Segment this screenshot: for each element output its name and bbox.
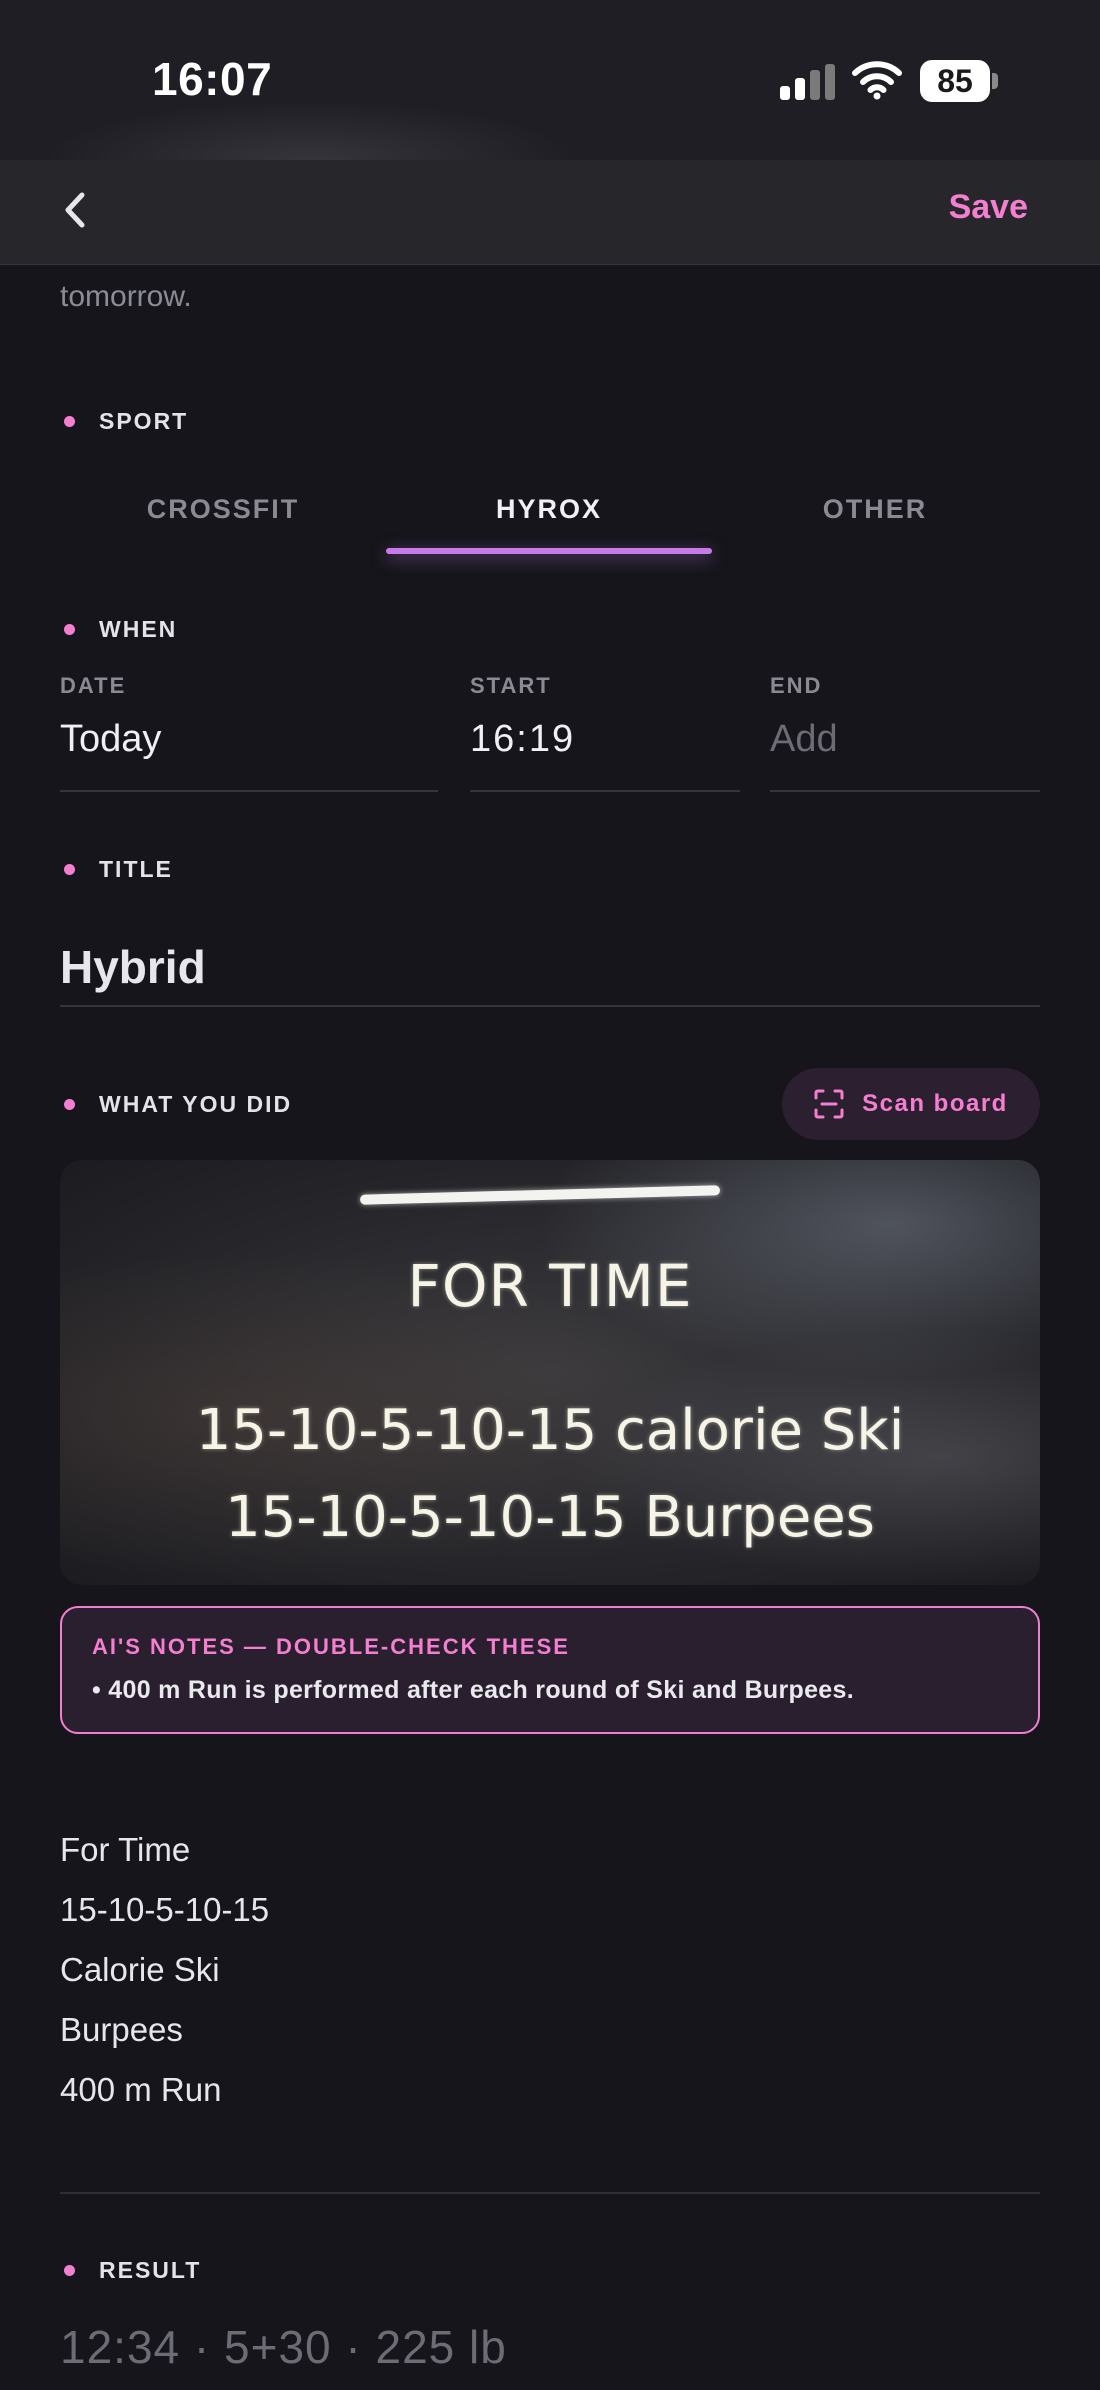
- board-line: 15-10-5-10-15 calorie Ski: [195, 1398, 905, 1463]
- tab-crossfit[interactable]: CROSSFIT: [60, 494, 386, 525]
- cellular-signal-icon: [780, 64, 836, 100]
- board-line: FOR TIME: [407, 1252, 693, 1320]
- workout-line: Burpees: [60, 2011, 183, 2048]
- bullet-dot: [64, 416, 75, 427]
- result-section-label: RESULT: [60, 2257, 201, 2284]
- sport-label: SPORT: [99, 408, 189, 434]
- status-time: 16:07: [152, 53, 273, 105]
- date-underline: [60, 790, 438, 792]
- whiteboard-photo: FOR TIME 15-10-5-10-15 calorie Ski 15-10…: [60, 1160, 1040, 1585]
- bullet-dot: [64, 2265, 75, 2276]
- end-label: END: [770, 673, 823, 698]
- ai-notes-box: AI'S NOTES — DOUBLE-CHECK THESE • 400 m …: [60, 1606, 1040, 1734]
- scan-board-button[interactable]: Scan board: [782, 1068, 1040, 1140]
- battery-icon: 85: [920, 60, 998, 102]
- sport-section-label: SPORT: [60, 408, 188, 435]
- tab-hyrox[interactable]: HYROX: [386, 494, 712, 525]
- result-input[interactable]: 12:34 · 5+30 · 225 lb: [60, 2320, 507, 2374]
- workout-line: Calorie Ski: [60, 1951, 220, 1988]
- start-label: START: [470, 673, 552, 698]
- when-label: WHEN: [99, 616, 178, 642]
- back-chevron-icon[interactable]: [50, 185, 100, 235]
- wifi-icon: [852, 61, 902, 100]
- scan-icon: [814, 1089, 844, 1119]
- sport-tabs: CROSSFIT HYROX OTHER: [60, 480, 1040, 560]
- title-underline: [60, 1005, 1040, 1007]
- bullet-dot: [64, 1099, 75, 1110]
- date-field[interactable]: Today: [60, 718, 161, 761]
- navigation-bar: [0, 160, 1100, 265]
- bullet-dot: [64, 624, 75, 635]
- result-label: RESULT: [99, 2257, 202, 2283]
- workout-line: 15-10-5-10-15: [60, 1891, 270, 1928]
- battery-level: 85: [920, 60, 990, 102]
- end-time-field[interactable]: Add: [770, 718, 838, 761]
- active-tab-indicator: [386, 548, 712, 554]
- workout-text[interactable]: For Time 15-10-5-10-15 Calorie Ski Burpe…: [60, 1820, 269, 2120]
- workout-line: For Time: [60, 1831, 191, 1868]
- ai-notes-heading: AI'S NOTES — DOUBLE-CHECK THESE: [92, 1634, 570, 1659]
- section-divider: [60, 2192, 1040, 2194]
- end-underline: [770, 790, 1040, 792]
- board-line: 15-10-5-10-15 Burpees: [225, 1485, 875, 1550]
- what-you-did-section-label: WHAT YOU DID: [60, 1091, 292, 1118]
- workout-line: 400 m Run: [60, 2071, 222, 2108]
- start-time-field[interactable]: 16:19: [470, 718, 575, 761]
- ai-note-item: • 400 m Run is performed after each roun…: [92, 1676, 854, 1704]
- start-underline: [470, 790, 740, 792]
- date-label: DATE: [60, 673, 127, 698]
- when-section-label: WHEN: [60, 616, 177, 643]
- chalk-underline: [359, 1185, 721, 1205]
- tab-other[interactable]: OTHER: [712, 494, 1038, 525]
- what-you-did-label: WHAT YOU DID: [99, 1091, 293, 1117]
- bullet-dot: [64, 864, 75, 875]
- intro-text: tomorrow.: [60, 280, 192, 313]
- title-input[interactable]: Hybrid: [60, 940, 206, 994]
- save-button[interactable]: Save: [949, 188, 1028, 227]
- title-section-label: TITLE: [60, 856, 173, 883]
- scan-board-label: Scan board: [862, 1090, 1008, 1117]
- title-label: TITLE: [99, 856, 173, 882]
